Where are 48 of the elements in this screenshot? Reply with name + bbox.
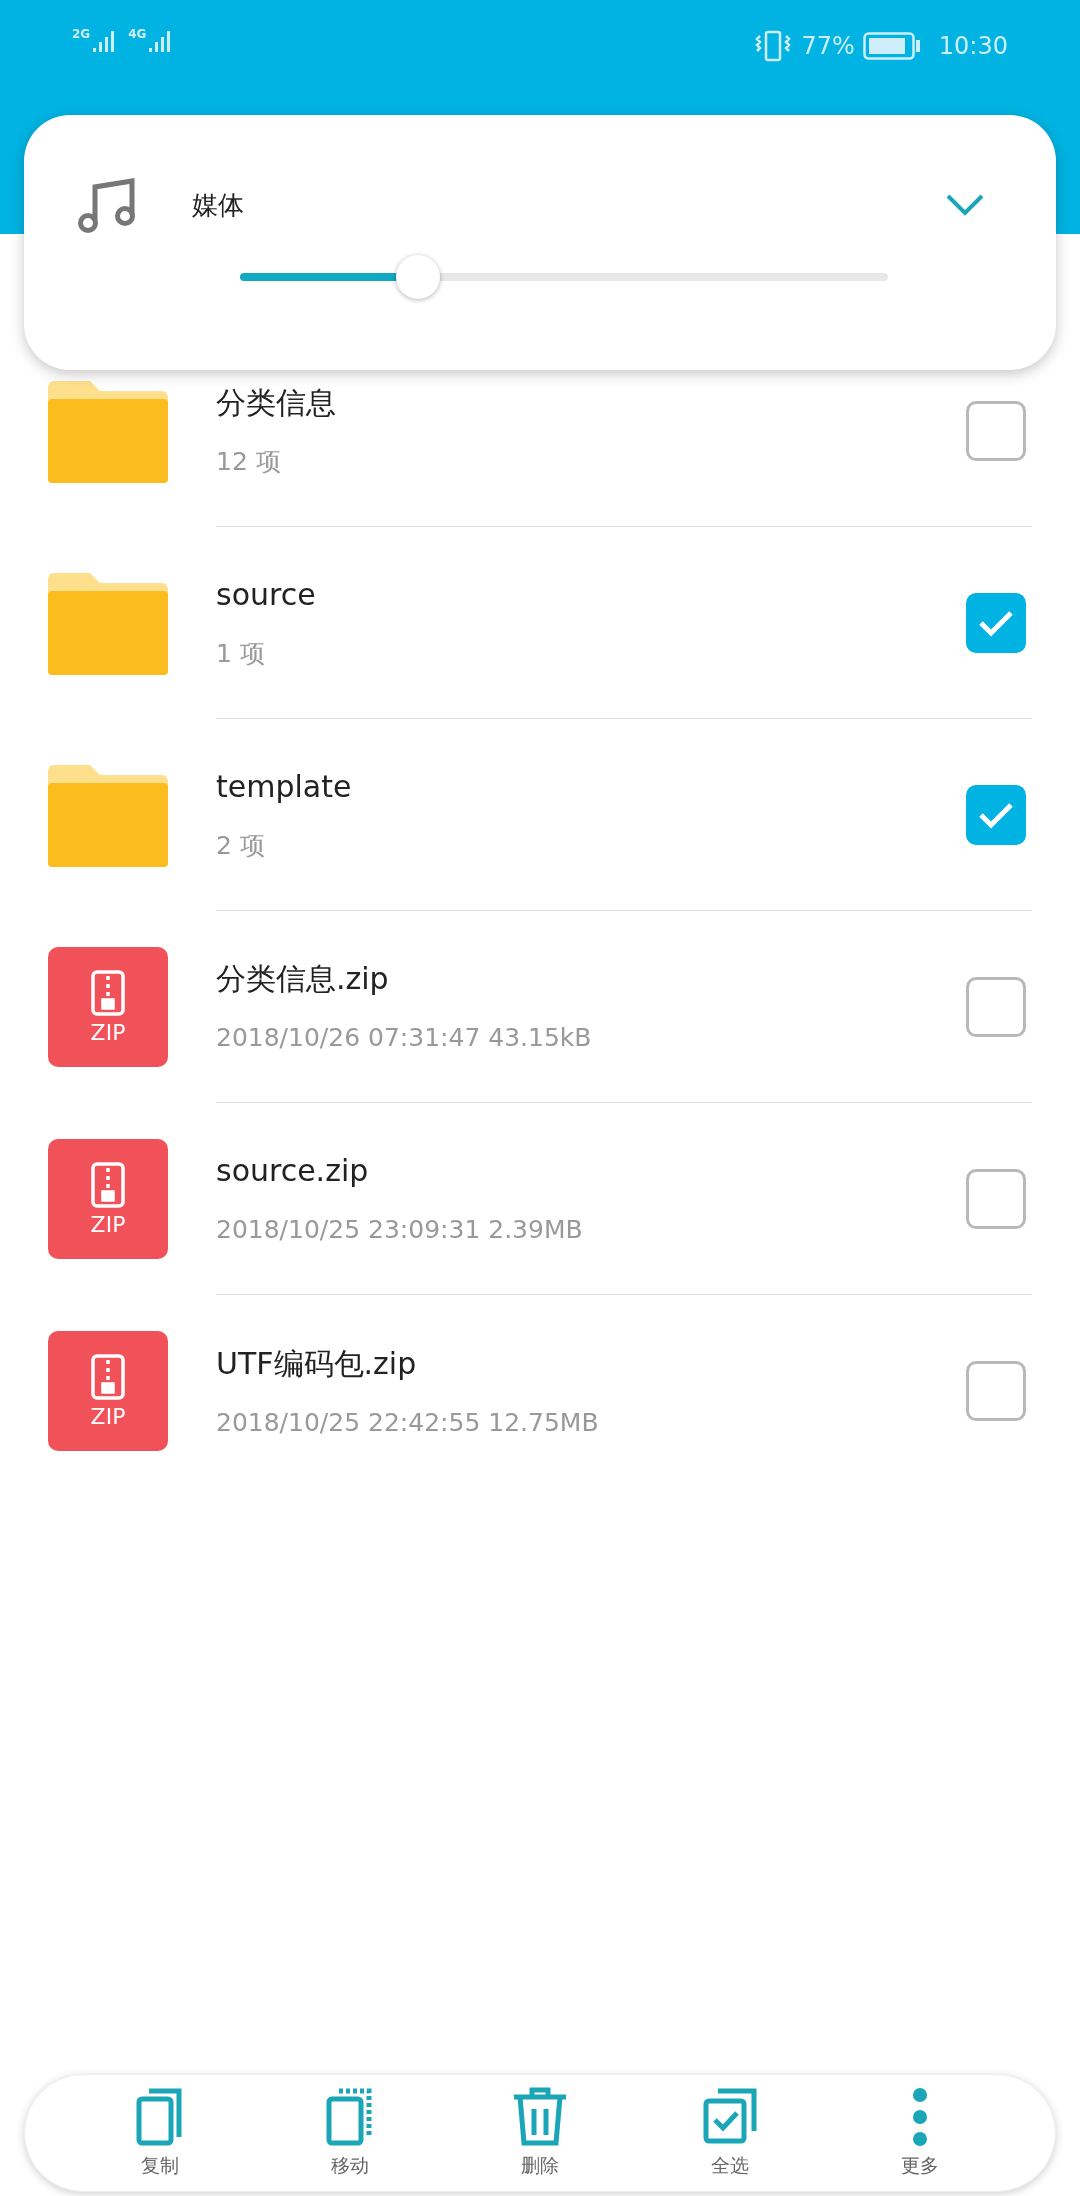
file-detail: 1 项 <box>216 638 266 671</box>
zipper-icon <box>91 1354 125 1400</box>
select-all-icon <box>702 2086 758 2147</box>
zip-label: ZIP <box>90 1406 126 1428</box>
checkbox[interactable] <box>966 1168 1026 1229</box>
music-note-icon <box>78 177 138 233</box>
file-detail: 2018/10/25 22:42:55 12.75MB <box>216 1406 600 1439</box>
network-type-label: 2G <box>72 28 91 40</box>
chevron-icon <box>945 193 985 217</box>
network-type-label: 4G <box>128 28 147 40</box>
toolbar-button[interactable]: 更多 <box>860 2086 980 2180</box>
copy-icon <box>135 2086 185 2147</box>
battery-icon <box>862 32 921 60</box>
check-icon <box>978 608 1014 637</box>
file-detail: 2018/10/25 23:09:31 2.39MB <box>216 1214 584 1247</box>
checkbox[interactable] <box>966 976 1026 1037</box>
file-name: 分类信息 <box>216 384 337 423</box>
file-name: source.zip <box>216 1152 370 1191</box>
zip-label: ZIP <box>90 1214 126 1236</box>
zip-label: ZIP <box>90 1022 126 1044</box>
file-detail: 12 项 <box>216 446 282 479</box>
file-name: source <box>216 576 317 615</box>
checkbox[interactable] <box>966 1361 1026 1421</box>
more-icon <box>912 2086 928 2147</box>
check-icon <box>978 800 1014 829</box>
toolbar-button[interactable]: 全选 <box>670 2086 790 2180</box>
zipper-icon <box>91 1162 125 1208</box>
file-name: 分类信息.zip <box>216 960 390 999</box>
toolbar-button[interactable]: 移动 <box>290 2086 410 2180</box>
file-detail: 2 项 <box>216 830 266 863</box>
file-name: UTF编码包.zip <box>216 1344 418 1383</box>
volume-slider-thumb[interactable] <box>396 255 441 299</box>
folder-icon <box>48 763 168 867</box>
zipper-icon <box>91 970 125 1016</box>
folder-icon <box>48 379 168 483</box>
file-detail: 2018/10/26 07:31:47 43.15kB <box>216 1022 593 1055</box>
trash-icon <box>512 2086 568 2147</box>
toolbar-button[interactable]: 删除 <box>480 2086 600 2180</box>
file-name: template <box>216 768 353 807</box>
checkbox[interactable] <box>966 784 1026 845</box>
folder-icon <box>48 571 168 675</box>
move-icon <box>325 2086 375 2147</box>
checkbox[interactable] <box>966 592 1026 653</box>
checkbox[interactable] <box>966 400 1026 461</box>
clock: 10:30 <box>938 31 1008 62</box>
battery-percent: 77% <box>801 31 855 62</box>
toolbar-button[interactable]: 复制 <box>100 2086 220 2180</box>
volume-label: 媒体 <box>192 188 244 222</box>
